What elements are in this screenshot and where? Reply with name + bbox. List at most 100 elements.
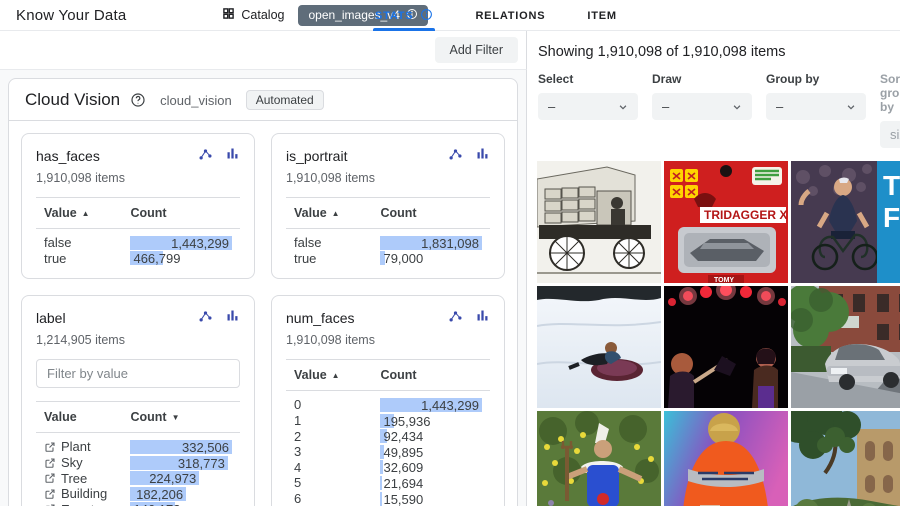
count-cell: 79,000 (380, 251, 482, 265)
chevron-down-icon (846, 102, 856, 112)
table-row[interactable]: true466,799 (36, 251, 240, 267)
value-cell[interactable]: Sky (44, 455, 130, 470)
value-cell: true (294, 251, 380, 266)
table-row[interactable]: true79,000 (286, 251, 490, 267)
group-by-value: – (776, 99, 783, 114)
app-title: Know Your Data (16, 7, 126, 24)
count-column-header[interactable]: Count▼ (130, 410, 232, 424)
value-cell[interactable]: Tree (44, 471, 130, 486)
metric-card-has-faces: has_faces 1,910,098 items Value▲ Count f… (21, 133, 255, 279)
table-row[interactable]: false1,831,098 (286, 235, 490, 251)
cloud-vision-section: Cloud Vision cloud_vision Automated has_… (8, 78, 518, 506)
section-subtitle: cloud_vision (160, 93, 232, 108)
value-cell: 4 (294, 460, 380, 475)
svg-text:TRIDAGGER X: TRIDAGGER X (704, 208, 787, 222)
open-in-new-icon[interactable] (44, 457, 56, 469)
select-dropdown[interactable]: – (538, 93, 638, 120)
tab-item[interactable]: ITEM (587, 0, 616, 31)
filter-by-value-input[interactable] (36, 359, 240, 388)
scatter-plot-icon[interactable] (448, 308, 463, 328)
table-row[interactable]: 01,443,299 (286, 397, 490, 413)
value-cell[interactable]: Building (44, 486, 130, 501)
value-cell: 2 (294, 429, 380, 444)
value-column-header[interactable]: Value▲ (44, 206, 130, 220)
value-cell: true (44, 251, 130, 266)
table-row[interactable]: 349,895 (286, 444, 490, 460)
table-row[interactable]: 1195,936 (286, 413, 490, 429)
svg-text:TO: TO (883, 170, 900, 201)
gallery-image-concert[interactable] (664, 286, 788, 408)
catalog-button[interactable]: Catalog (222, 7, 284, 23)
group-by-label: Group by (766, 72, 866, 86)
sort-desc-icon: ▼ (172, 413, 180, 422)
gallery-image-courtyard[interactable] (791, 411, 900, 506)
gallery-image-toy-package[interactable]: TRIDAGGER X TOMY (664, 161, 788, 283)
table-row[interactable]: 292,434 (286, 428, 490, 444)
gallery-image-cycling-poster[interactable]: TO FE (791, 161, 900, 283)
bar-chart-icon[interactable] (475, 308, 490, 328)
card-item-count: 1,910,098 items (286, 333, 490, 347)
value-cell[interactable]: Plant (44, 439, 130, 454)
value-count-table: Value▲ Count 01,443,2991195,936292,43434… (286, 359, 490, 506)
group-by-control: Group by – (766, 72, 866, 148)
table-row[interactable]: Sky318,773 (36, 455, 240, 471)
draw-label: Draw (652, 72, 752, 86)
metric-card-is-portrait: is_portrait 1,910,098 items Value▲ Count… (271, 133, 505, 279)
table-row[interactable]: Plant332,506 (36, 439, 240, 455)
value-column-header[interactable]: Value▲ (294, 206, 380, 220)
gallery-image-street-car[interactable] (791, 286, 900, 408)
count-cell: 1,443,299 (130, 236, 232, 250)
scatter-plot-icon[interactable] (198, 146, 213, 166)
bar-chart-icon[interactable] (225, 146, 240, 166)
open-in-new-icon[interactable] (44, 472, 56, 484)
count-column-header[interactable]: Count (130, 206, 232, 220)
value-column-header[interactable]: Value▲ (294, 368, 380, 382)
table-row[interactable]: false1,443,299 (36, 235, 240, 251)
gallery-image-snow-tubing[interactable] (537, 286, 661, 408)
metric-card-num-faces: num_faces 1,910,098 items Value▲ Count 0… (271, 295, 505, 506)
value-cell: 6 (294, 491, 380, 506)
draw-dropdown[interactable]: – (652, 93, 752, 120)
table-row[interactable]: Tree224,973 (36, 470, 240, 486)
bar-chart-icon[interactable] (225, 308, 240, 328)
add-filter-button[interactable]: Add Filter (435, 37, 519, 63)
scatter-plot-icon[interactable] (448, 146, 463, 166)
chevron-down-icon (618, 102, 628, 112)
tab-relations[interactable]: RELATIONS (475, 0, 545, 31)
value-cell[interactable]: Event (44, 502, 130, 506)
gallery-image-truck-illustration[interactable] (537, 161, 661, 283)
count-cell: 318,773 (130, 456, 232, 470)
count-cell: 332,506 (130, 440, 232, 454)
card-title: has_faces (36, 148, 100, 164)
results-pane: Showing 1,910,098 of 1,910,098 items Sel… (528, 31, 900, 506)
count-column-header[interactable]: Count (380, 206, 482, 220)
topbar: Know Your Data Catalog open_images_v4 ST… (0, 0, 900, 31)
info-icon[interactable] (420, 8, 433, 24)
count-column-header[interactable]: Count (380, 368, 482, 382)
help-icon[interactable] (130, 92, 146, 108)
card-title: num_faces (286, 310, 354, 326)
group-by-dropdown[interactable]: – (766, 93, 866, 120)
table-row[interactable]: Building182,206 (36, 486, 240, 502)
count-cell: 21,694 (380, 476, 482, 490)
open-in-new-icon[interactable] (44, 488, 56, 500)
table-row[interactable]: 521,694 (286, 475, 490, 491)
card-item-count: 1,910,098 items (36, 171, 240, 185)
value-column-header[interactable]: Value (44, 410, 130, 424)
section-header: Cloud Vision cloud_vision Automated (9, 79, 517, 121)
table-row[interactable]: 615,590 (286, 491, 490, 506)
count-cell: 146,173 (130, 502, 232, 506)
scatter-plot-icon[interactable] (198, 308, 213, 328)
bar-chart-icon[interactable] (475, 146, 490, 166)
tab-stats[interactable]: STATS (375, 0, 433, 31)
know-your-data-app: Know Your Data Catalog open_images_v4 ST… (0, 0, 900, 506)
sort-groups-value: size (890, 127, 900, 142)
results-count-text: Showing 1,910,098 of 1,910,098 items (528, 31, 900, 70)
catalog-label: Catalog (241, 8, 284, 22)
gallery-image-hivis-jacket[interactable] (664, 411, 788, 506)
table-row[interactable]: Event146,173 (36, 502, 240, 506)
section-title: Cloud Vision (25, 90, 120, 110)
gallery-image-garden-figure[interactable] (537, 411, 661, 506)
table-row[interactable]: 432,609 (286, 460, 490, 476)
open-in-new-icon[interactable] (44, 441, 56, 453)
